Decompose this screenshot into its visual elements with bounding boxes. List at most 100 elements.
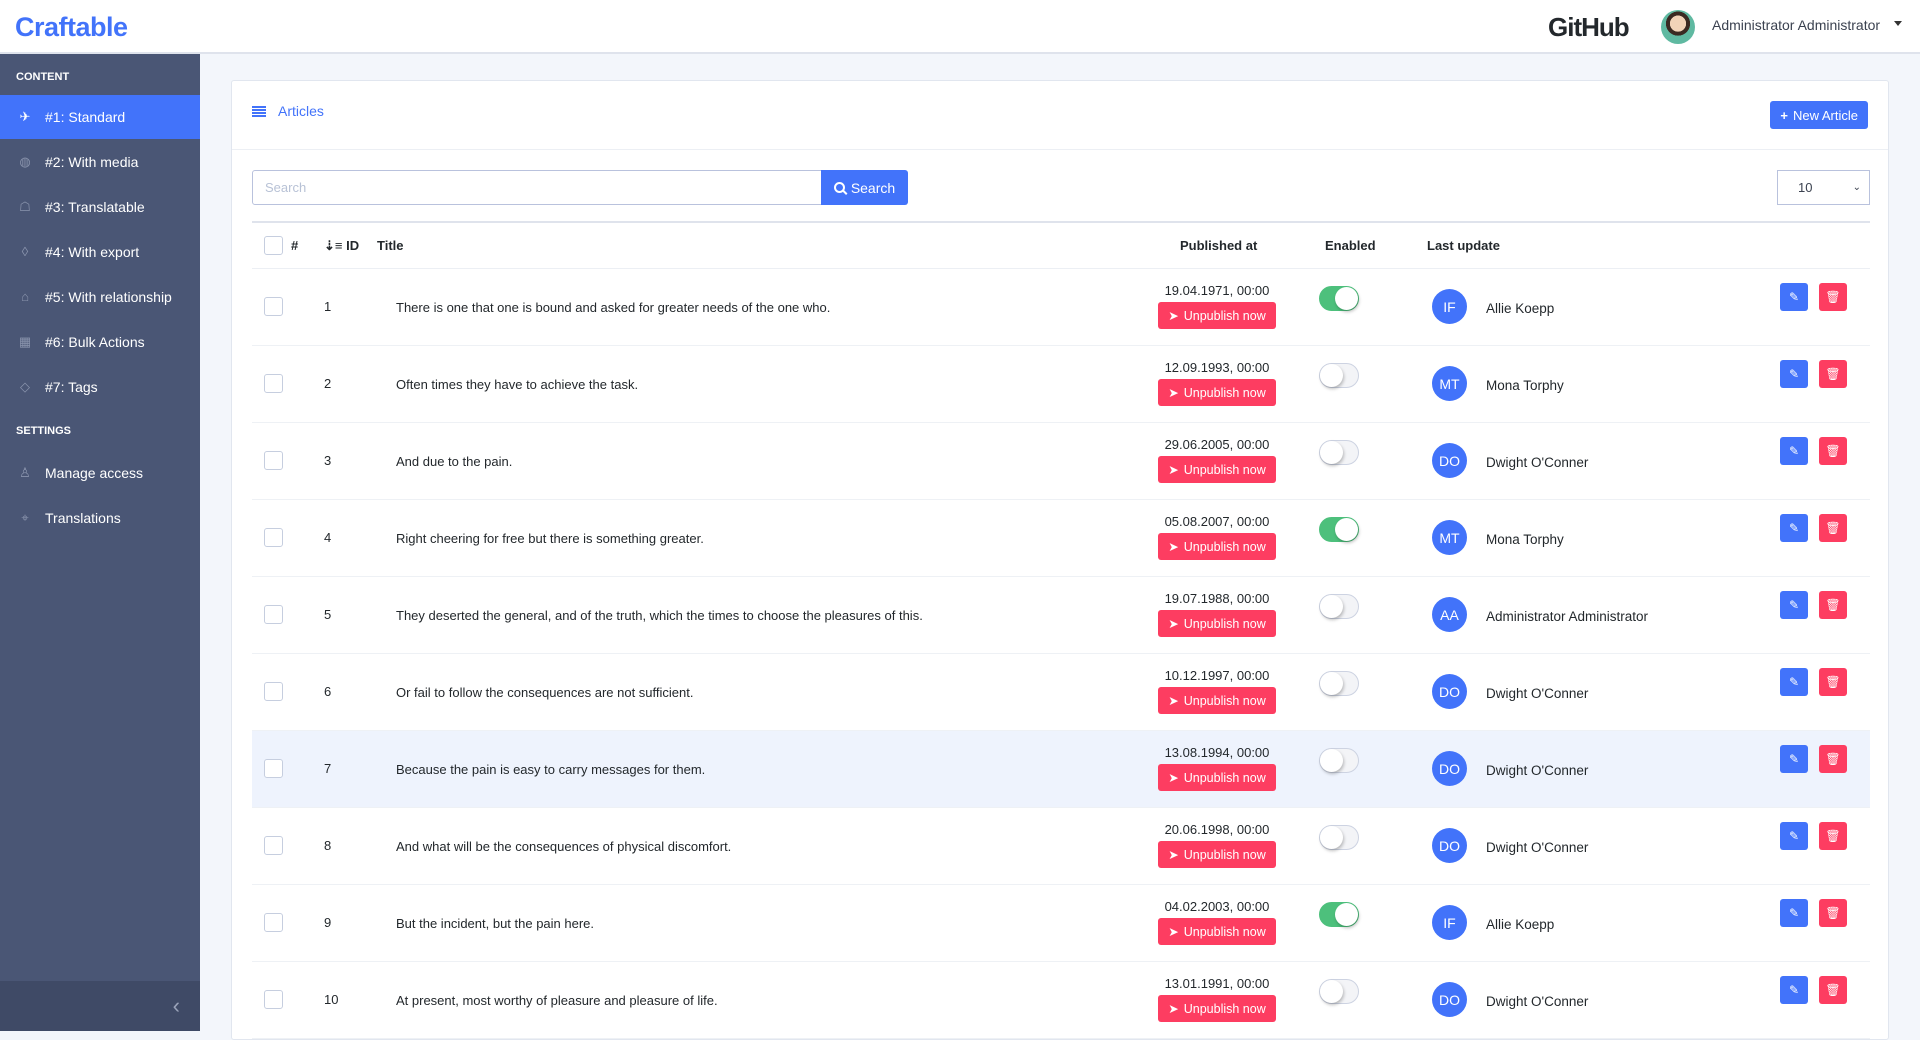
author-avatar: IF <box>1432 905 1467 940</box>
row-checkbox[interactable] <box>264 451 283 470</box>
sidebar-item-3[interactable]: ☖ #3: Translatable <box>0 185 200 229</box>
select-all-checkbox[interactable] <box>264 236 283 255</box>
row-checkbox[interactable] <box>264 682 283 701</box>
search-button-label: Search <box>850 179 896 196</box>
plane-icon: ✈ <box>19 109 31 124</box>
unpublish-button[interactable]: ➤ Unpublish now <box>1158 995 1276 1022</box>
unpublish-button[interactable]: ➤ Unpublish now <box>1158 302 1276 329</box>
delete-button[interactable]: 🗑 <box>1819 514 1847 542</box>
row-checkbox[interactable] <box>264 913 283 932</box>
user-menu[interactable]: Administrator Administrator <box>1712 17 1880 33</box>
edit-button[interactable]: ✎ <box>1780 745 1808 773</box>
table-row[interactable]: 9 But the incident, but the pain here. 0… <box>252 885 1870 962</box>
enabled-toggle[interactable] <box>1319 902 1359 927</box>
delete-button[interactable]: 🗑 <box>1819 822 1847 850</box>
table-row[interactable]: 6 Or fail to follow the consequences are… <box>252 654 1870 731</box>
search-button[interactable]: Search <box>821 170 908 205</box>
tag-icon: ◇ <box>20 379 30 394</box>
delete-button[interactable]: 🗑 <box>1819 437 1847 465</box>
unpublish-label: Unpublish now <box>1183 539 1266 554</box>
delete-button[interactable]: 🗑 <box>1819 745 1847 773</box>
sidebar: CONTENT ✈ #1: Standard ◍ #2: With media ☖ #3:… <box>0 54 200 1031</box>
sidebar-item-5[interactable]: ⌂ #5: With relationship <box>0 275 200 319</box>
trash-icon: 🗑 <box>1825 598 1841 612</box>
delete-button[interactable]: 🗑 <box>1819 976 1847 1004</box>
edit-button[interactable]: ✎ <box>1780 668 1808 696</box>
caret-down-icon[interactable] <box>1894 21 1902 26</box>
table-row[interactable]: 5 They deserted the general, and of the … <box>252 577 1870 654</box>
enabled-toggle[interactable] <box>1319 825 1359 850</box>
enabled-toggle[interactable] <box>1319 286 1359 311</box>
header-last-update[interactable]: Last update <box>1427 238 1500 253</box>
paper-plane-icon: ➤ <box>1168 617 1179 631</box>
sidebar-item-7[interactable]: ◇ #7: Tags <box>0 365 200 409</box>
sidebar-item-manage-access[interactable]: ♙ Manage access <box>0 451 200 495</box>
logo[interactable]: Craftable <box>15 12 128 43</box>
published-date: 19.07.1988, 00:00 <box>1164 591 1270 606</box>
sidebar-item-2[interactable]: ◍ #2: With media <box>0 140 200 184</box>
header-published[interactable]: Published at <box>1180 238 1257 253</box>
row-checkbox[interactable] <box>264 528 283 547</box>
enabled-toggle[interactable] <box>1319 671 1359 696</box>
row-checkbox[interactable] <box>264 836 283 855</box>
header-title[interactable]: Title <box>377 238 404 253</box>
table-row[interactable]: 4 Right cheering for free but there is s… <box>252 500 1870 577</box>
header-id[interactable]: ⇣≡ ID <box>324 238 359 254</box>
search-input[interactable] <box>252 170 822 205</box>
sidebar-collapse-button[interactable]: ‹ <box>0 981 200 1031</box>
delete-button[interactable]: 🗑 <box>1819 283 1847 311</box>
table-row[interactable]: 1 There is one that one is bound and ask… <box>252 269 1870 346</box>
unpublish-button[interactable]: ➤ Unpublish now <box>1158 456 1276 483</box>
row-checkbox[interactable] <box>264 297 283 316</box>
enabled-toggle[interactable] <box>1319 440 1359 465</box>
unpublish-button[interactable]: ➤ Unpublish now <box>1158 918 1276 945</box>
table-row[interactable]: 7 Because the pain is easy to carry mess… <box>252 731 1870 808</box>
table-row[interactable]: 10 At present, most worthy of pleasure a… <box>252 962 1870 1039</box>
table-row[interactable]: 3 And due to the pain. 29.06.2005, 00:00… <box>252 423 1870 500</box>
sidebar-item-4[interactable]: ◊ #4: With export <box>0 230 200 274</box>
edit-button[interactable]: ✎ <box>1780 976 1808 1004</box>
unpublish-button[interactable]: ➤ Unpublish now <box>1158 533 1276 560</box>
edit-button[interactable]: ✎ <box>1780 899 1808 927</box>
per-page-select[interactable]: 10 ⌄ <box>1777 170 1870 205</box>
enabled-toggle[interactable] <box>1319 517 1359 542</box>
articles-table: # ⇣≡ ID Title Published at Enabled Last … <box>252 221 1870 1039</box>
github-link[interactable]: GitHub <box>1548 12 1630 43</box>
row-checkbox[interactable] <box>264 605 283 624</box>
delete-button[interactable]: 🗑 <box>1819 668 1847 696</box>
edit-button[interactable]: ✎ <box>1780 283 1808 311</box>
edit-button[interactable]: ✎ <box>1780 360 1808 388</box>
header-enabled[interactable]: Enabled <box>1325 238 1376 253</box>
unpublish-button[interactable]: ➤ Unpublish now <box>1158 764 1276 791</box>
edit-button[interactable]: ✎ <box>1780 591 1808 619</box>
unpublish-button[interactable]: ➤ Unpublish now <box>1158 687 1276 714</box>
delete-button[interactable]: 🗑 <box>1819 899 1847 927</box>
sidebar-item-translations[interactable]: ⌖ Translations <box>0 496 200 540</box>
enabled-toggle[interactable] <box>1319 594 1359 619</box>
unpublish-button[interactable]: ➤ Unpublish now <box>1158 379 1276 406</box>
user-avatar[interactable] <box>1661 10 1695 44</box>
edit-button[interactable]: ✎ <box>1780 514 1808 542</box>
sidebar-item-1[interactable]: ✈ #1: Standard <box>0 95 200 139</box>
table-row[interactable]: 8 And what will be the consequences of p… <box>252 808 1870 885</box>
edit-button[interactable]: ✎ <box>1780 822 1808 850</box>
delete-button[interactable]: 🗑 <box>1819 360 1847 388</box>
toggle-knob <box>1335 287 1358 310</box>
enabled-toggle[interactable] <box>1319 748 1359 773</box>
unpublish-button[interactable]: ➤ Unpublish now <box>1158 841 1276 868</box>
unpublish-label: Unpublish now <box>1183 308 1266 323</box>
delete-button[interactable]: 🗑 <box>1819 591 1847 619</box>
edit-button[interactable]: ✎ <box>1780 437 1808 465</box>
row-id: 7 <box>324 761 332 776</box>
row-checkbox[interactable] <box>264 374 283 393</box>
enabled-toggle[interactable] <box>1319 363 1359 388</box>
row-checkbox[interactable] <box>264 759 283 778</box>
published-cell: 10.12.1997, 00:00 ➤ Unpublish now <box>1158 668 1276 714</box>
plus-icon: + <box>1780 107 1788 123</box>
enabled-toggle[interactable] <box>1319 979 1359 1004</box>
sidebar-item-6[interactable]: ▦ #6: Bulk Actions <box>0 320 200 364</box>
new-article-button[interactable]: + New Article <box>1770 101 1868 129</box>
table-row[interactable]: 2 Often times they have to achieve the t… <box>252 346 1870 423</box>
row-checkbox[interactable] <box>264 990 283 1009</box>
unpublish-button[interactable]: ➤ Unpublish now <box>1158 610 1276 637</box>
